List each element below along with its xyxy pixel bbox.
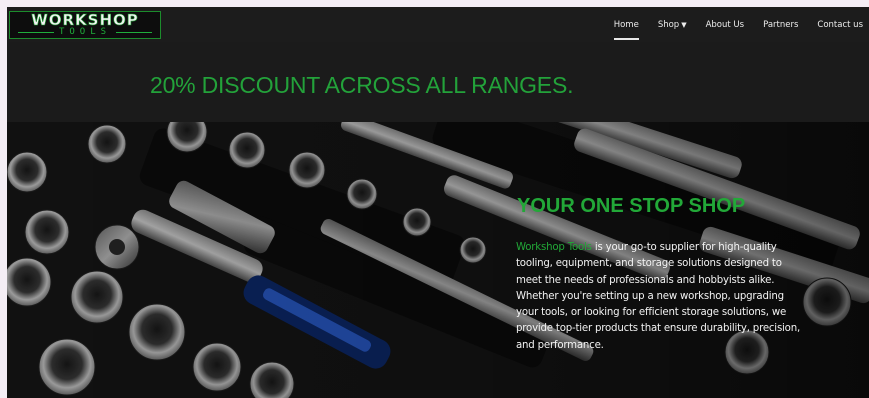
- nav-about-label: About Us: [705, 19, 745, 30]
- hero-section: YOUR ONE STOP SHOP Workshop Tools is you…: [7, 122, 869, 398]
- promo-banner: 20% DISCOUNT ACROSS ALL RANGES.: [7, 42, 869, 122]
- chevron-down-icon: ▼: [681, 20, 687, 29]
- nav-shop-label: Shop: [657, 19, 680, 30]
- nav-home[interactable]: Home: [613, 18, 639, 40]
- nav-partners[interactable]: Partners: [763, 18, 798, 32]
- nav-home-label: Home: [613, 19, 639, 30]
- promo-text: 20% DISCOUNT ACROSS ALL RANGES.: [150, 72, 574, 98]
- nav-contact-label: Contact us: [817, 19, 863, 30]
- page-frame: WORKSHOP TOOLS Home Shop ▼ About Us Partn…: [7, 7, 869, 398]
- hero-title: YOUR ONE STOP SHOP: [517, 195, 746, 217]
- main-nav: Home Shop ▼ About Us Partners Contact us: [595, 7, 863, 42]
- nav-partners-label: Partners: [763, 19, 799, 30]
- site-logo[interactable]: WORKSHOP TOOLS: [9, 11, 161, 39]
- nav-about-us[interactable]: About Us: [706, 18, 744, 32]
- logo-rule-right: [116, 32, 152, 33]
- nav-shop[interactable]: Shop ▼: [658, 18, 687, 32]
- top-navbar: WORKSHOP TOOLS Home Shop ▼ About Us Partn…: [7, 7, 869, 42]
- hero-description-text: is your go-to supplier for high-quality …: [516, 242, 801, 351]
- hero-description: Workshop Tools is your go-to supplier fo…: [516, 240, 806, 354]
- nav-contact-us[interactable]: Contact us: [817, 18, 863, 32]
- brand-name: Workshop Tools: [516, 242, 592, 253]
